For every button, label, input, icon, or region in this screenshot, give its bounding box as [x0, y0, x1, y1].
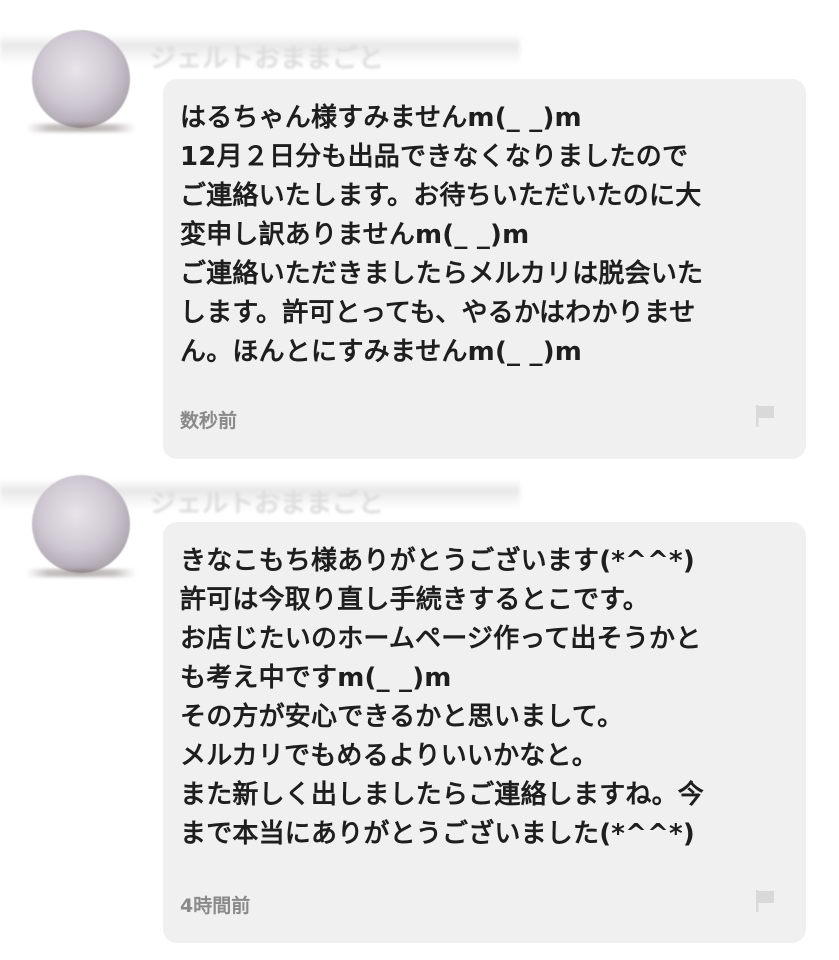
timestamp: 4時間前 [180, 895, 251, 917]
flag-icon[interactable] [754, 403, 776, 429]
comment-item: ジェルトおままごと きなこもち様ありがとうございます(*^^*) 許可は今取り直… [0, 475, 839, 945]
sender-name[interactable]: ジェルトおままごと [150, 38, 384, 75]
comment-text: はるちゃん様すみませんm(_ _)m 12月２日分も出品できなくなりましたので … [180, 103, 704, 367]
comment-bubble: きなこもち様ありがとうございます(*^^*) 許可は今取り直し手続きするとこです… [163, 522, 806, 943]
comment-bubble: はるちゃん様すみませんm(_ _)m 12月２日分も出品できなくなりましたので … [163, 79, 806, 459]
comment-text: きなこもち様ありがとうございます(*^^*) 許可は今取り直し手続きするとこです… [180, 546, 705, 849]
avatar[interactable] [32, 475, 130, 573]
timestamp: 数秒前 [180, 410, 238, 432]
comment-item: ジェルトおままごと はるちゃん様すみませんm(_ _)m 12月２日分も出品でき… [0, 30, 839, 460]
avatar[interactable] [32, 30, 130, 128]
sender-name[interactable]: ジェルトおままごと [150, 483, 384, 520]
comment-thread: ジェルトおままごと はるちゃん様すみませんm(_ _)m 12月２日分も出品でき… [0, 0, 839, 960]
flag-icon[interactable] [754, 888, 776, 914]
